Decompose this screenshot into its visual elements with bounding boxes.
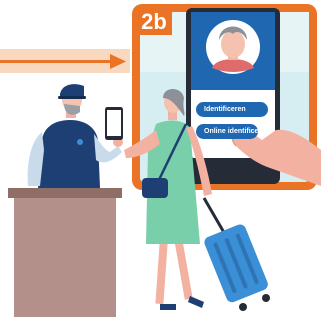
counter-desk <box>8 188 122 317</box>
arrow-pointer <box>0 49 130 73</box>
avatar <box>206 20 260 74</box>
step-badge: 2b <box>136 8 172 35</box>
illustration-scene <box>0 4 321 317</box>
identify-button[interactable]: Identificeren <box>196 102 268 117</box>
border-officer <box>27 84 123 188</box>
online-identify-button[interactable]: Online identificeren <box>196 124 258 139</box>
suitcase <box>202 197 270 311</box>
